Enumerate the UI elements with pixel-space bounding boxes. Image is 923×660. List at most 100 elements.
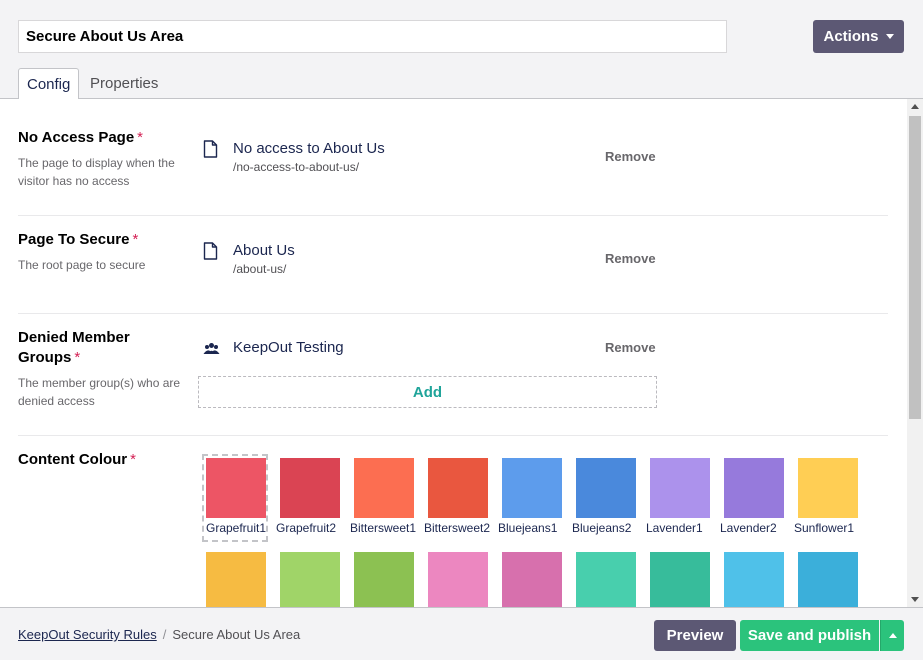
swatch-chip	[206, 458, 266, 518]
scroll-down-icon[interactable]	[911, 597, 919, 602]
swatch-label: Bluejeans1	[498, 521, 558, 535]
caret-up-icon	[888, 633, 897, 638]
property-description: The page to display when the visitor has…	[18, 156, 175, 188]
save-and-publish-button[interactable]: Save and publish	[740, 620, 879, 651]
picked-item-name: KeepOut Testing	[233, 339, 344, 356]
member-group-icon	[203, 343, 220, 354]
document-icon	[203, 242, 218, 260]
property-description: The root page to secure	[18, 258, 146, 272]
swatch-chip	[428, 458, 488, 518]
property-description: The member group(s) who are denied acces…	[18, 376, 181, 408]
remove-button[interactable]: Remove	[605, 340, 656, 355]
swatch-chip	[650, 458, 710, 518]
add-member-group-button[interactable]: Add	[198, 376, 657, 408]
required-mark: *	[132, 231, 139, 248]
vertical-scrollbar[interactable]	[907, 99, 923, 607]
property-content-colour: Content Colour * Grapefruit1 Grapefruit2 …	[18, 436, 888, 607]
swatch-chip	[724, 458, 784, 518]
picked-member-group-item[interactable]: KeepOut Testing	[203, 338, 344, 358]
actions-label: Actions	[823, 28, 879, 45]
required-mark: *	[137, 129, 144, 146]
picked-page-item[interactable]: About Us /about-us/	[203, 241, 295, 276]
colour-swatch[interactable]: Bluejeans2	[572, 454, 638, 542]
property-title: Content Colour *	[18, 451, 136, 468]
colour-swatch[interactable]: Bittersweet2	[424, 454, 490, 542]
swatch-label: Lavender2	[720, 521, 777, 535]
colour-swatch[interactable]	[350, 548, 416, 607]
document-icon	[203, 140, 218, 158]
required-mark: *	[74, 349, 81, 366]
swatch-chip	[502, 458, 562, 518]
breadcrumb-current: Secure About Us Area	[172, 627, 301, 642]
swatch-chip	[354, 552, 414, 607]
colour-swatch[interactable]	[720, 548, 786, 607]
swatch-chip	[576, 458, 636, 518]
swatch-chip	[206, 552, 266, 607]
preview-button[interactable]: Preview	[654, 620, 736, 651]
colour-swatch[interactable]	[498, 548, 564, 607]
property-no-access-page: No Access Page * The page to display when…	[18, 99, 888, 216]
property-denied-member-groups: Denied Member Groups * The member group(s…	[18, 314, 888, 436]
swatch-label: Bittersweet1	[350, 521, 417, 535]
swatch-label: Grapefruit2	[276, 521, 337, 535]
swatch-chip	[650, 552, 710, 607]
swatch-chip	[280, 458, 340, 518]
swatch-chip	[576, 552, 636, 607]
swatch-label: Lavender1	[646, 521, 703, 535]
colour-swatch[interactable]	[572, 548, 638, 607]
swatch-label: Sunflower1	[794, 521, 855, 535]
tab-config[interactable]: Config	[18, 68, 79, 100]
property-page-to-secure: Page To Secure * The root page to secure …	[18, 216, 888, 314]
colour-swatch[interactable]	[646, 548, 712, 607]
colour-swatch[interactable]	[276, 548, 342, 607]
colour-swatch[interactable]: Bittersweet1	[350, 454, 416, 542]
editor-header: Actions Config Properties	[0, 0, 923, 100]
scroll-up-icon[interactable]	[911, 104, 919, 109]
property-label: Page To Secure * The root page to secure	[18, 230, 188, 274]
swatch-chip	[798, 552, 858, 607]
swatch-chip	[280, 552, 340, 607]
property-title: Page To Secure *	[18, 231, 139, 248]
picked-item-name: No access to About Us	[233, 140, 385, 157]
breadcrumb-root-link[interactable]: KeepOut Security Rules	[18, 627, 157, 642]
swatch-label: Grapefruit1	[206, 521, 267, 535]
swatch-chip	[724, 552, 784, 607]
content-name-input[interactable]	[18, 20, 727, 53]
editor-footer: KeepOut Security Rules / Secure About Us…	[0, 607, 923, 660]
property-label: Content Colour *	[18, 450, 188, 470]
breadcrumb: KeepOut Security Rules / Secure About Us…	[18, 627, 300, 642]
property-title: No Access Page *	[18, 129, 144, 146]
colour-swatch[interactable]: Lavender2	[720, 454, 786, 542]
required-mark: *	[130, 451, 136, 468]
colour-swatch[interactable]	[424, 548, 490, 607]
swatch-label: Bluejeans2	[572, 521, 632, 535]
remove-button[interactable]: Remove	[605, 149, 656, 164]
colour-swatch[interactable]: Bluejeans1	[498, 454, 564, 542]
caret-down-icon	[885, 34, 894, 39]
swatch-chip	[502, 552, 562, 607]
publish-options-button[interactable]	[880, 620, 904, 651]
colour-swatch[interactable]	[202, 548, 268, 607]
swatch-chip	[798, 458, 858, 518]
property-title: Denied Member Groups *	[18, 329, 130, 366]
breadcrumb-separator: /	[162, 627, 167, 642]
property-label: No Access Page * The page to display when…	[18, 128, 188, 190]
picked-item-url: /no-access-to-about-us/	[233, 160, 360, 174]
scroll-thumb[interactable]	[909, 116, 921, 419]
colour-swatch[interactable]: Lavender1	[646, 454, 712, 542]
actions-button[interactable]: Actions	[813, 20, 904, 53]
property-label: Denied Member Groups * The member group(s…	[18, 328, 188, 410]
picked-item-url: /about-us/	[233, 262, 287, 276]
swatch-chip	[428, 552, 488, 607]
colour-swatch[interactable]: Sunflower1	[794, 454, 860, 542]
colour-swatch[interactable]: Grapefruit2	[276, 454, 342, 542]
picked-page-item[interactable]: No access to About Us /no-access-to-abou…	[203, 139, 385, 174]
tab-config-label: Config	[27, 75, 71, 93]
colour-swatch[interactable]: Grapefruit1	[202, 454, 268, 542]
tab-properties[interactable]: Properties	[82, 68, 166, 99]
config-panel: No Access Page * The page to display when…	[0, 99, 907, 607]
colour-swatch[interactable]	[794, 548, 860, 607]
remove-button[interactable]: Remove	[605, 251, 656, 266]
swatch-label: Bittersweet2	[424, 521, 491, 535]
swatch-chip	[354, 458, 414, 518]
